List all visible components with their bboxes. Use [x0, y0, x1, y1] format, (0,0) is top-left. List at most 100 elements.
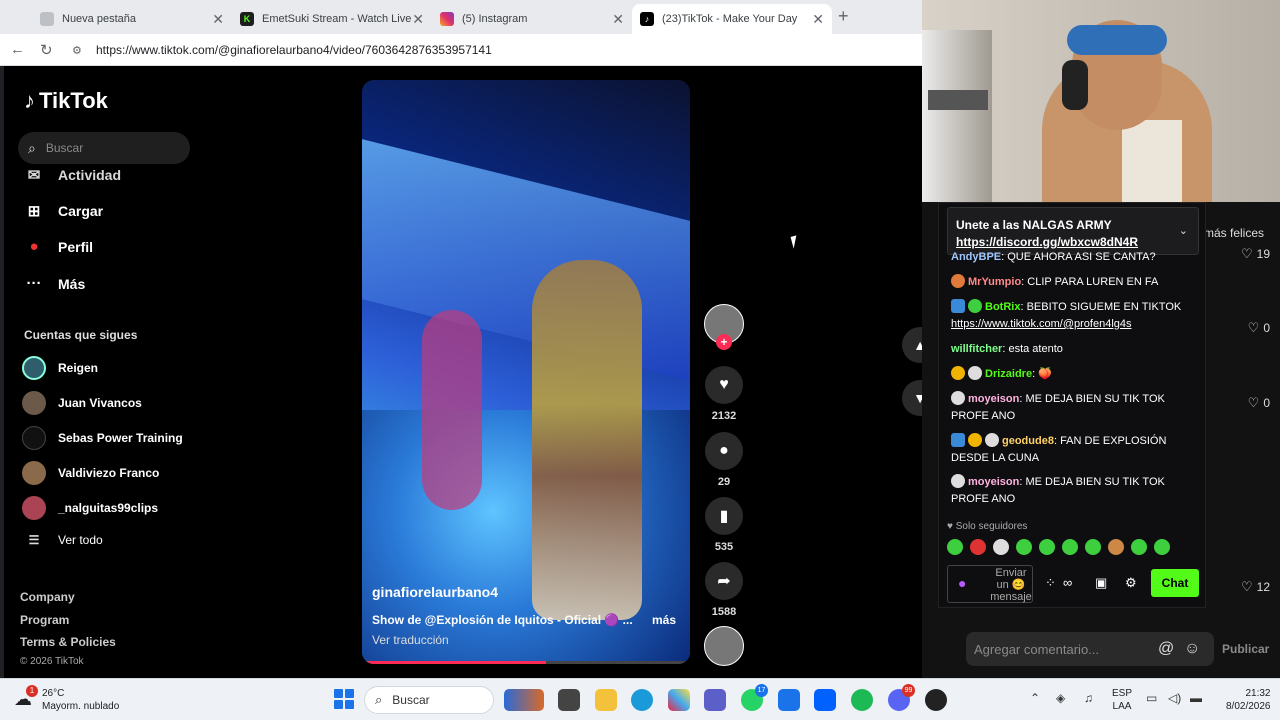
chat-send-button[interactable]: Chat	[1151, 569, 1199, 597]
display-icon[interactable]: ▭	[1146, 691, 1157, 705]
tab-new-tab[interactable]: Nueva pestaña ✕	[32, 4, 232, 34]
chat-message: geodude8: FAN DE EXPLOSIÓN DESDE LA CUNA	[951, 433, 1191, 467]
close-icon[interactable]: ✕	[612, 11, 624, 28]
emote-icon[interactable]	[1062, 539, 1078, 555]
nav-upload[interactable]: ⊞ Cargar	[24, 202, 103, 220]
infinity-icon[interactable]: ∞	[1063, 575, 1072, 590]
video-progress-bar[interactable]	[362, 661, 690, 664]
chat-username[interactable]: AndyBPE	[951, 251, 1001, 263]
obs-icon[interactable]	[925, 689, 947, 711]
points-icon[interactable]: ⁘	[1045, 575, 1056, 591]
reload-icon[interactable]: ↻	[40, 41, 53, 59]
close-icon[interactable]: ✕	[812, 11, 824, 28]
add-comment-input[interactable]: Agregar comentario... @ ☺	[966, 632, 1214, 666]
chat-link[interactable]: https://www.tiktok.com/@profen4lg4s	[951, 318, 1132, 330]
following-item[interactable]: Sebas Power Training	[22, 426, 183, 450]
following-item[interactable]: Reigen	[22, 356, 98, 380]
mic-icon[interactable]: ♫	[1084, 691, 1093, 705]
emoji-icon[interactable]: ☺	[1184, 640, 1200, 658]
follow-plus-icon[interactable]: +	[716, 334, 732, 350]
chat-username[interactable]: MrYumpio	[968, 276, 1021, 288]
weather-widget[interactable]: ☁ 1 26°C Mayorm. nublado	[14, 685, 119, 713]
battery-icon[interactable]: ▬	[1190, 691, 1202, 705]
tab-kick[interactable]: K EmetSuki Stream - Watch Live on K ✕	[232, 4, 432, 34]
mention-icon[interactable]: @	[1158, 640, 1174, 658]
whatsapp-icon[interactable]: 17	[741, 684, 768, 711]
comment-like[interactable]: ♡ 0	[1248, 320, 1270, 336]
chat-username[interactable]: Drizaidre	[985, 368, 1032, 380]
search-input[interactable]: ⌕ Buscar	[18, 132, 190, 164]
mic-icon[interactable]: ●	[958, 576, 966, 590]
comment-like[interactable]: ♡ 19	[1241, 246, 1270, 262]
pinned-message[interactable]: Unete a las NALGAS ARMY https://discord.…	[947, 207, 1199, 255]
emote-icon[interactable]	[1154, 539, 1170, 555]
edge-icon[interactable]	[631, 689, 653, 711]
emote-icon[interactable]	[1085, 539, 1101, 555]
gear-icon[interactable]: ⚙	[1125, 575, 1137, 591]
chat-username[interactable]: BotRix	[985, 301, 1020, 313]
see-all-link[interactable]: ☰ Ver todo	[22, 533, 103, 547]
comment-like[interactable]: ♡ 0	[1248, 395, 1270, 411]
following-item[interactable]: Valdiviezo Franco	[22, 461, 159, 485]
emote-icon[interactable]	[1108, 539, 1124, 555]
sound-avatar[interactable]	[704, 626, 744, 666]
close-icon[interactable]: ✕	[212, 11, 224, 28]
translate-link[interactable]: Ver traducción	[372, 633, 449, 647]
emote-icon[interactable]	[1131, 539, 1147, 555]
discord-icon[interactable]: 99	[888, 684, 915, 711]
nav-profile[interactable]: ● Perfil	[24, 238, 93, 255]
dropbox-icon[interactable]	[814, 689, 836, 711]
chat-username[interactable]: geodude8	[1002, 435, 1054, 447]
copilot-icon[interactable]	[668, 689, 690, 711]
chat-message-input[interactable]: ● Enviar un 😊 mensaje	[947, 565, 1033, 603]
publish-button[interactable]: Publicar	[1222, 642, 1269, 656]
url-input[interactable]: ⚙ https://www.tiktok.com/@ginafiorelaurb…	[66, 38, 926, 62]
emote-icon[interactable]	[970, 539, 986, 555]
following-item[interactable]: _nalguitas99clips	[22, 496, 158, 520]
pinned-link[interactable]: https://discord.gg/wbxcw8dN4R	[956, 235, 1138, 249]
chat-username[interactable]: moyeison	[968, 476, 1019, 488]
footer-terms[interactable]: Terms & Policies	[20, 635, 116, 649]
save-button[interactable]: ▮ 535	[704, 497, 744, 553]
site-info-icon[interactable]: ⚙	[72, 44, 86, 57]
chat-username[interactable]: willfitcher	[951, 343, 1002, 355]
emote-icon[interactable]	[993, 539, 1009, 555]
close-icon[interactable]: ✕	[412, 11, 424, 28]
comment-like[interactable]: ♡ 12	[1241, 579, 1270, 595]
like-button[interactable]: ♥ 2132	[704, 366, 744, 422]
spotify-icon[interactable]	[851, 689, 873, 711]
video-player[interactable]: ginafiorelaurbano4 Show de @Explosión de…	[362, 80, 690, 664]
tab-instagram[interactable]: (5) Instagram ✕	[432, 4, 632, 34]
emote-icon[interactable]	[1016, 539, 1032, 555]
new-tab-button[interactable]: +	[838, 6, 849, 27]
network-icon[interactable]: ◈	[1056, 691, 1065, 705]
back-icon[interactable]: ←	[10, 41, 25, 58]
task-view-icon[interactable]	[558, 689, 580, 711]
footer-company[interactable]: Company	[20, 590, 75, 604]
taskbar-search[interactable]: ⌕ Buscar	[364, 686, 494, 714]
nav-more[interactable]: ··· Más	[24, 275, 86, 292]
following-item[interactable]: Juan Vivancos	[22, 391, 142, 415]
comment-button[interactable]: ● 29	[704, 432, 744, 488]
share-button[interactable]: ➦ 1588	[704, 562, 744, 618]
emote-icon[interactable]	[947, 539, 963, 555]
file-explorer-icon[interactable]	[595, 689, 617, 711]
nav-activity[interactable]: ✉ Actividad	[24, 166, 121, 184]
video-more-link[interactable]: más	[652, 613, 676, 627]
tab-tiktok[interactable]: ♪ (23)TikTok - Make Your Day ✕	[632, 4, 832, 34]
tiktok-logo[interactable]: ♪ TikTok	[24, 88, 108, 114]
emote-icon[interactable]	[1039, 539, 1055, 555]
chevron-down-icon[interactable]: ⌄	[1179, 224, 1188, 237]
footer-program[interactable]: Program	[20, 613, 69, 627]
widget-icon[interactable]	[504, 689, 544, 711]
language-indicator[interactable]: ESP LAA	[1112, 687, 1132, 713]
teams-icon[interactable]	[704, 689, 726, 711]
chevron-up-icon[interactable]: ⌃	[1030, 691, 1040, 705]
start-button[interactable]	[334, 689, 354, 709]
video-username[interactable]: ginafiorelaurbano4	[372, 584, 498, 600]
chat-username[interactable]: moyeison	[968, 393, 1019, 405]
volume-icon[interactable]: ◁)	[1168, 691, 1181, 705]
store-icon[interactable]	[778, 689, 800, 711]
gift-icon[interactable]: ▣	[1095, 575, 1107, 591]
clock[interactable]: 21:32 8/02/2026	[1226, 687, 1271, 713]
